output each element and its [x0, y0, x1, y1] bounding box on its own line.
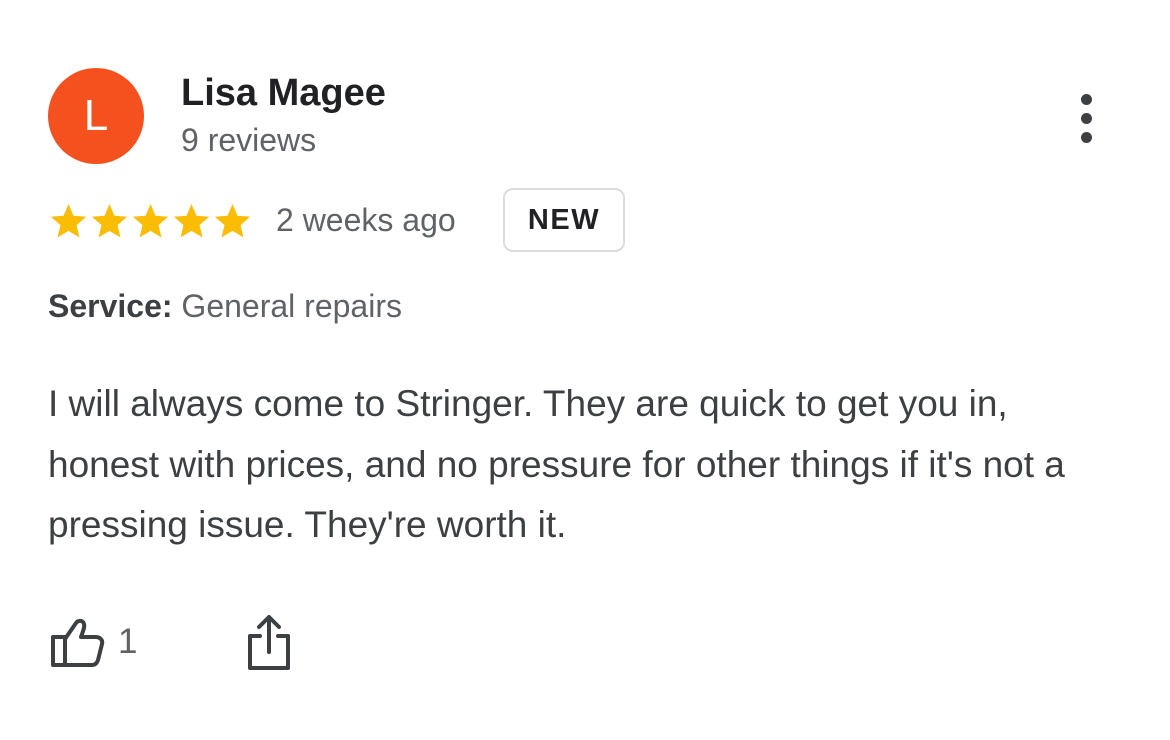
like-count: 1	[118, 622, 138, 661]
author-name[interactable]: Lisa Magee	[181, 72, 386, 115]
more-options-button[interactable]	[1060, 88, 1112, 148]
review-card: L Lisa Magee 9 reviews 2 weeks ago NEW S…	[0, 0, 1170, 740]
new-badge: NEW	[503, 188, 625, 252]
star-rating	[48, 200, 253, 242]
star-icon	[89, 201, 130, 242]
like-button[interactable]: 1	[48, 614, 137, 670]
review-date: 2 weeks ago	[276, 202, 456, 238]
more-vertical-icon	[1080, 93, 1092, 143]
star-icon	[171, 201, 212, 242]
avatar-initial: L	[83, 91, 109, 140]
service-line: Service: General repairs	[48, 288, 402, 325]
star-icon	[212, 201, 253, 242]
service-label: Service:	[48, 288, 173, 324]
review-text: I will always come to Stringer. They are…	[48, 383, 1065, 545]
share-icon	[244, 612, 294, 672]
share-button[interactable]	[244, 612, 294, 672]
service-value: General repairs	[181, 288, 402, 324]
author-review-count: 9 reviews	[181, 122, 317, 158]
avatar[interactable]: L	[48, 68, 144, 164]
star-icon	[48, 201, 89, 242]
thumbs-up-icon	[48, 615, 106, 669]
star-icon	[130, 201, 171, 242]
